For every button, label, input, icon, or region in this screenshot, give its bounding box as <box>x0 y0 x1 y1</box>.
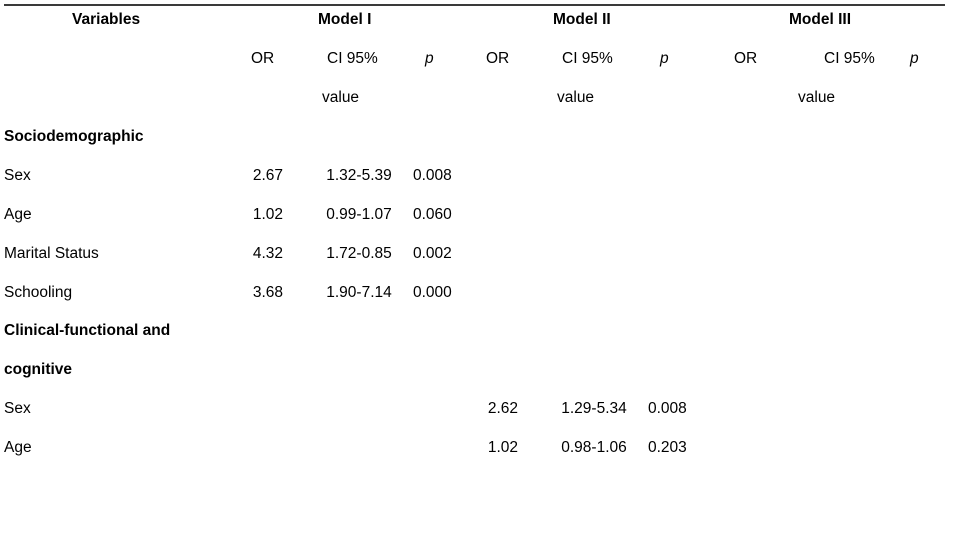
column-header-model-3-ci: CI 95% <box>824 50 875 67</box>
column-header-model-3-p-value-continuation: value <box>798 89 836 106</box>
cell-sociodemographic-age-model-1-or: 1.02 <box>252 206 283 223</box>
column-header-variables: Variables <box>72 11 141 28</box>
cell-clinical-functional-sex-model-2-p: 0.008 <box>648 400 687 417</box>
table-top-border <box>4 4 945 6</box>
cell-sociodemographic-sex-model-1-p: 0.008 <box>413 167 452 184</box>
column-header-model-1-ci: CI 95% <box>327 50 378 67</box>
cell-sociodemographic-marital-status-model-1-ci: 1.72-0.85 <box>326 245 392 262</box>
cell-clinical-functional-sex-model-2-or: 2.62 <box>487 400 518 417</box>
section-title-sociodemographic: Sociodemographic <box>4 128 144 145</box>
column-header-model-2-or: OR <box>486 50 510 67</box>
row-label-clinical-functional-age: Age <box>4 439 32 456</box>
cell-sociodemographic-marital-status-model-1-p: 0.002 <box>413 245 452 262</box>
column-header-model-2-p: p <box>660 50 669 67</box>
column-header-model-1-or: OR <box>251 50 275 67</box>
column-header-model-2-ci: CI 95% <box>562 50 613 67</box>
column-header-model-1-p: p <box>425 50 434 67</box>
cell-sociodemographic-marital-status-model-1-or: 4.32 <box>252 245 283 262</box>
section-title-clinical-functional-line-1: Clinical-functional and <box>4 322 171 339</box>
cell-sociodemographic-schooling-model-1-ci: 1.90-7.14 <box>326 284 392 301</box>
column-group-header-model-3: Model III <box>789 11 851 28</box>
statistical-results-table: Variables Model I Model II Model III OR … <box>0 0 955 539</box>
column-header-model-3-or: OR <box>734 50 758 67</box>
cell-sociodemographic-age-model-1-ci: 0.99-1.07 <box>326 206 392 223</box>
cell-clinical-functional-age-model-2-ci: 0.98-1.06 <box>561 439 627 456</box>
cell-clinical-functional-age-model-2-or: 1.02 <box>487 439 518 456</box>
cell-sociodemographic-schooling-model-1-p: 0.000 <box>413 284 452 301</box>
column-group-header-model-1: Model I <box>318 11 372 28</box>
cell-clinical-functional-sex-model-2-ci: 1.29-5.34 <box>561 400 627 417</box>
cell-sociodemographic-sex-model-1-ci: 1.32-5.39 <box>326 167 392 184</box>
column-header-model-1-p-value-continuation: value <box>322 89 360 106</box>
section-title-clinical-functional-line-2: cognitive <box>4 361 73 378</box>
cell-sociodemographic-sex-model-1-or: 2.67 <box>252 167 283 184</box>
column-group-header-model-2: Model II <box>553 11 611 28</box>
cell-sociodemographic-schooling-model-1-or: 3.68 <box>252 284 283 301</box>
column-header-model-2-p-value-continuation: value <box>557 89 595 106</box>
row-label-sociodemographic-age: Age <box>4 206 32 223</box>
row-label-sociodemographic-marital-status: Marital Status <box>4 245 99 262</box>
column-header-model-3-p: p <box>910 50 919 67</box>
row-label-sociodemographic-schooling: Schooling <box>4 284 73 301</box>
cell-clinical-functional-age-model-2-p: 0.203 <box>648 439 687 456</box>
cell-sociodemographic-age-model-1-p: 0.060 <box>413 206 452 223</box>
row-label-clinical-functional-sex: Sex <box>4 400 31 417</box>
row-label-sociodemographic-sex: Sex <box>4 167 31 184</box>
